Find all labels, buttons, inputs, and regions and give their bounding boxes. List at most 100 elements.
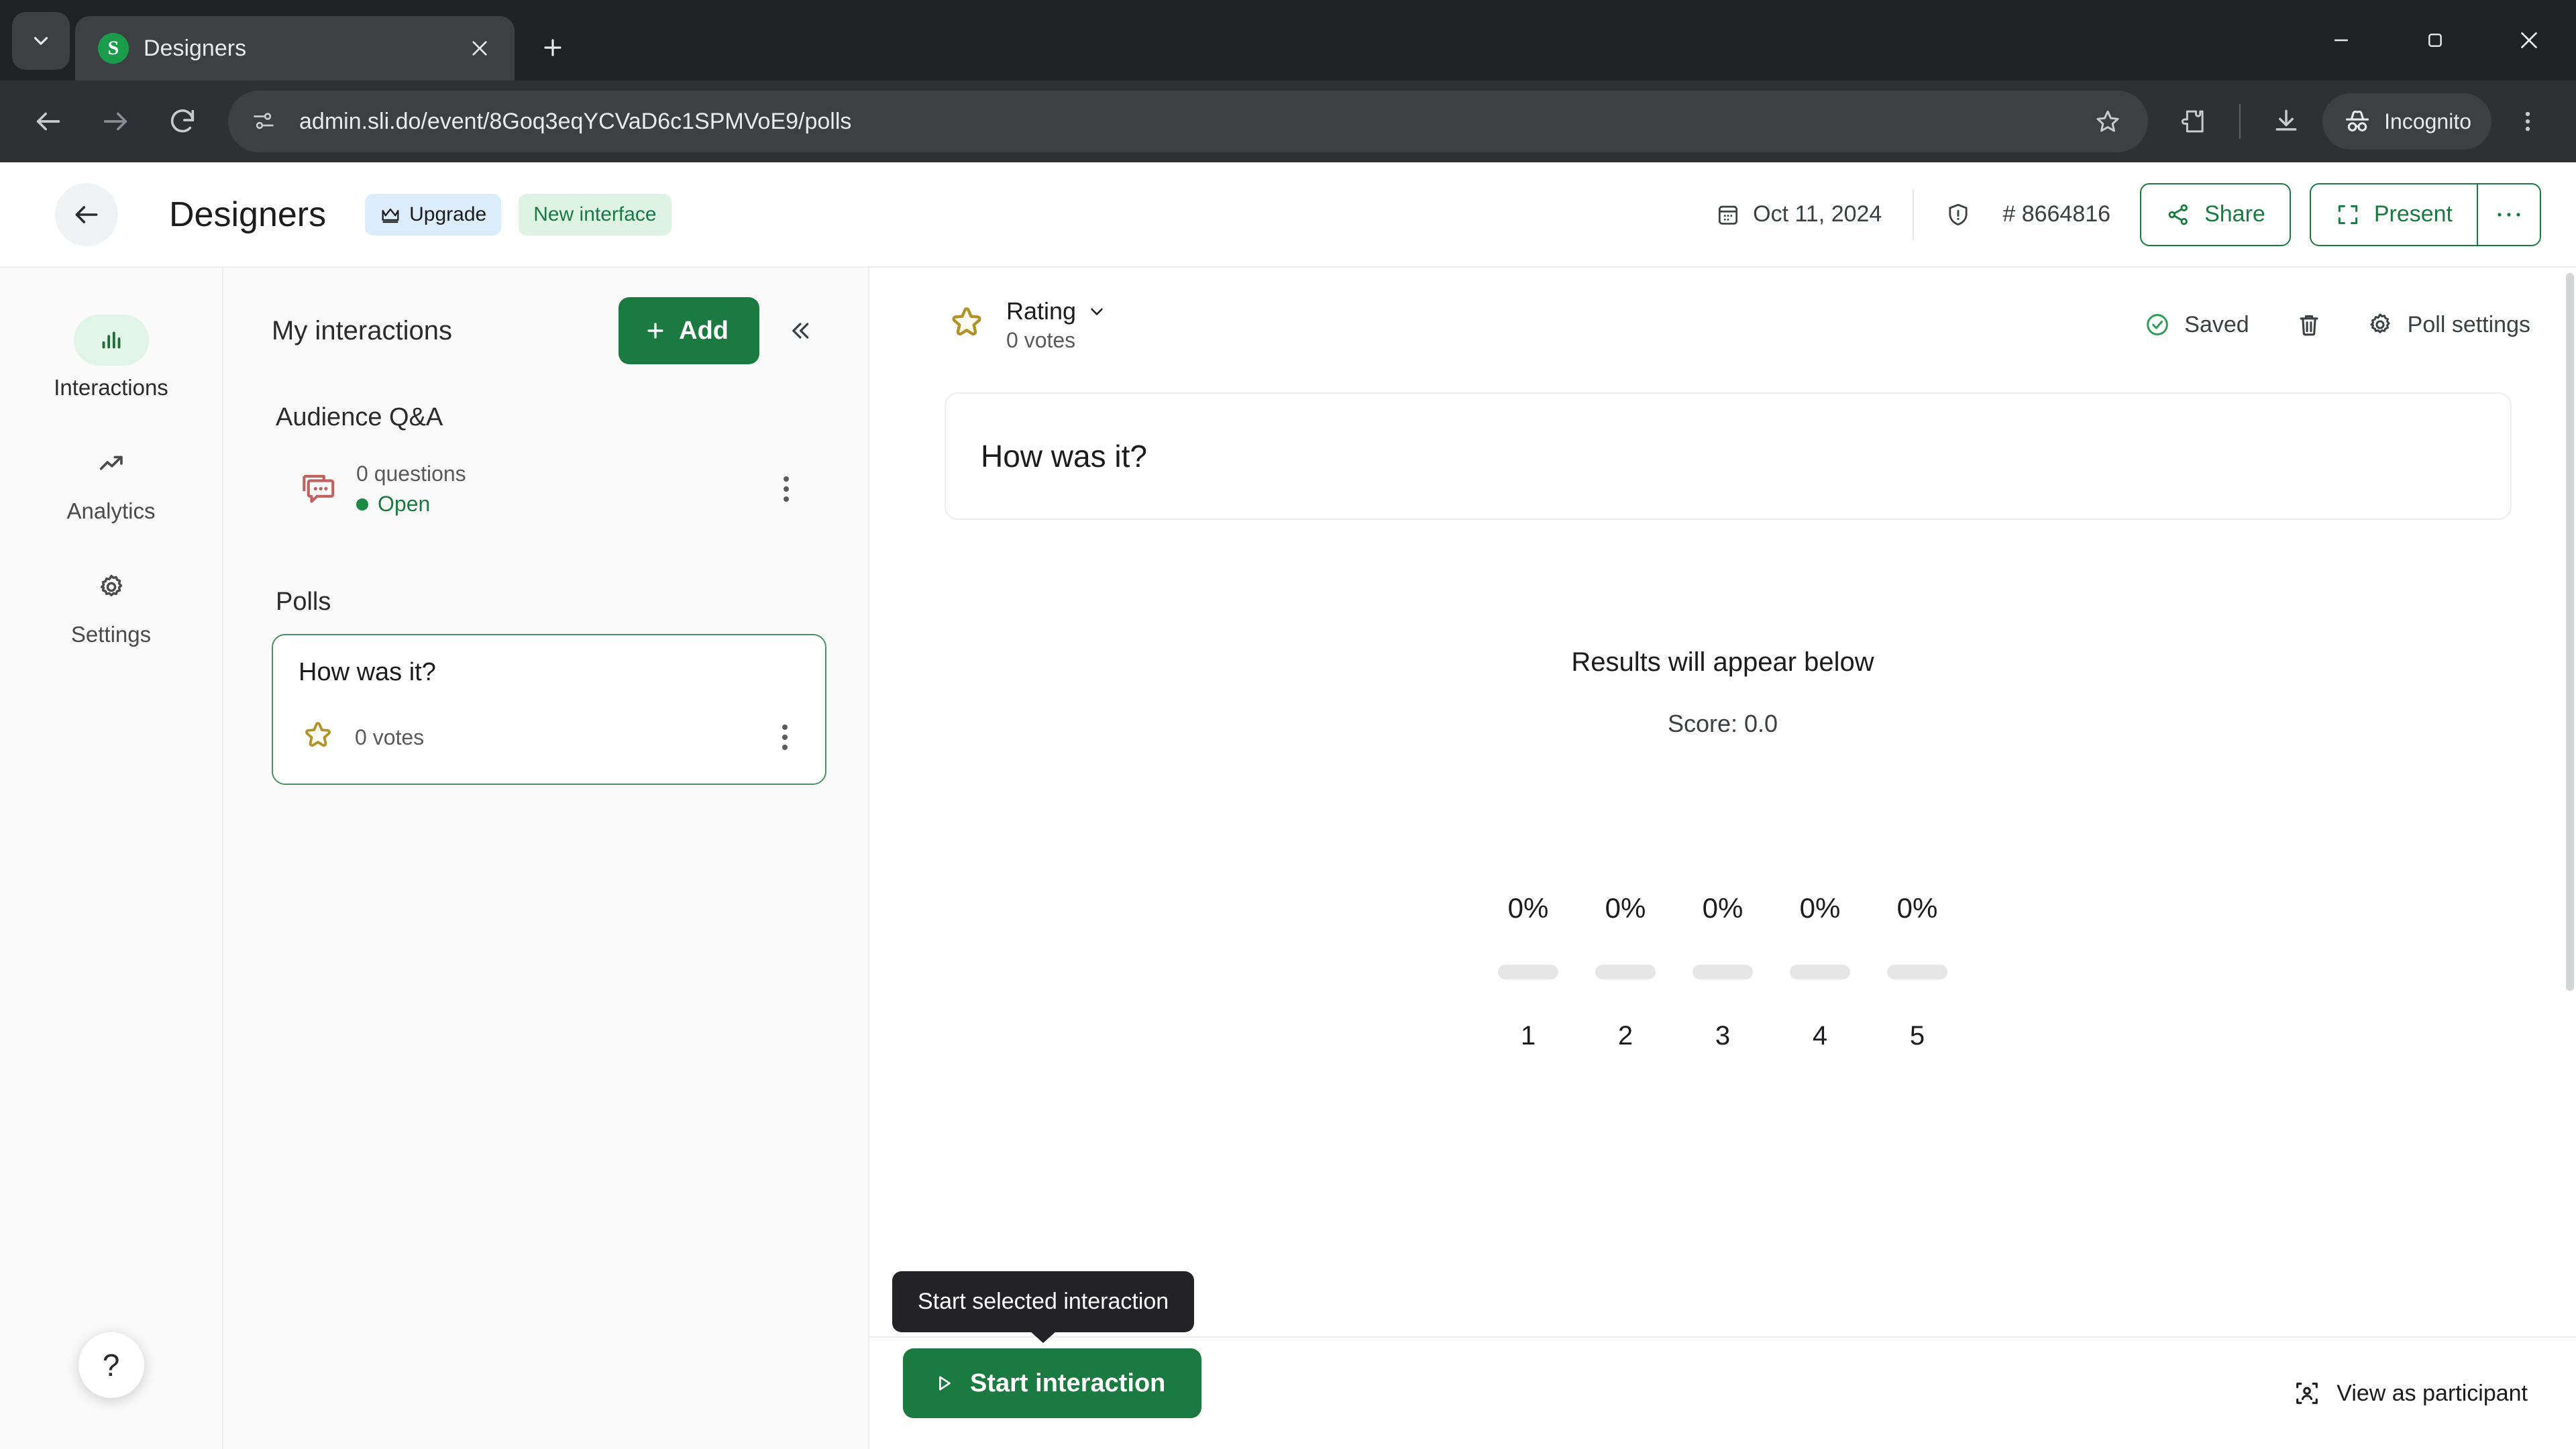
upgrade-badge[interactable]: Upgrade	[365, 193, 502, 235]
scrollbar-thumb[interactable]	[2566, 273, 2574, 991]
maximize-icon[interactable]	[2388, 0, 2482, 80]
incognito-hat-icon	[2345, 110, 2369, 131]
reload-icon[interactable]	[152, 91, 213, 152]
list-item-qa[interactable]: 0 questions Open	[272, 449, 826, 529]
status-badge: Saved	[2144, 311, 2249, 338]
minimize-icon[interactable]	[2294, 0, 2388, 80]
tab-strip: S Designers	[0, 0, 2576, 80]
rating-percent: 0%	[1605, 892, 1646, 924]
rating-bar	[1887, 965, 1947, 979]
poll-kebab-menu[interactable]	[765, 714, 805, 761]
rating-column: 0% 1	[1480, 892, 1577, 1051]
rating-label: 4	[1812, 1021, 1828, 1051]
qa-status: Open	[356, 492, 749, 517]
sidebar-item-settings-label: Settings	[70, 622, 152, 647]
rating-bar	[1498, 965, 1558, 979]
forward-arrow-icon[interactable]	[85, 91, 146, 152]
site-settings-icon[interactable]	[243, 101, 284, 142]
app-header: Designers Upgrade New interface Oct 11, …	[0, 162, 2576, 266]
gear-icon	[74, 561, 149, 612]
sidebar-item-interactions[interactable]: Interactions	[0, 300, 222, 423]
event-date-label: Oct 11, 2024	[1753, 201, 1882, 227]
browser-tab[interactable]: S Designers	[75, 16, 515, 80]
new-tab-button[interactable]	[529, 24, 576, 71]
poll-editor-actions: Saved Poll settings	[2144, 296, 2530, 354]
chevron-down-icon	[1091, 308, 1103, 315]
bar-chart-icon	[73, 315, 149, 366]
check-circle-icon	[2147, 314, 2169, 335]
poll-settings-button[interactable]: Poll settings	[2366, 311, 2530, 339]
fullscreen-brackets-icon	[2338, 205, 2357, 224]
delete-poll-button[interactable]	[2280, 296, 2338, 354]
star-icon	[952, 307, 981, 336]
poll-editor-header: Rating 0 votes Saved Poll settings	[869, 268, 2576, 354]
view-as-participant-label: View as participant	[2337, 1380, 2528, 1406]
present-button[interactable]: Present	[2309, 182, 2477, 246]
poll-type-dropdown[interactable]: Rating	[1006, 297, 1107, 325]
interactions-panel-title: My interactions	[272, 315, 452, 345]
page-title: Designers	[169, 195, 327, 234]
rating-bar	[1693, 965, 1753, 979]
window-close-icon[interactable]	[2482, 0, 2576, 80]
gear-icon	[2370, 313, 2390, 333]
poll-type-label: Rating	[1006, 297, 1077, 325]
new-interface-badge-label: New interface	[533, 203, 657, 225]
rating-column: 0% 4	[1772, 892, 1869, 1051]
qa-meta-row: 0 questions Open	[297, 462, 806, 517]
status-dot-icon	[356, 498, 368, 511]
sidebar-item-settings[interactable]: Settings	[0, 547, 222, 670]
collapse-panel-button[interactable]	[773, 304, 826, 358]
present-button-group: Present	[2309, 182, 2541, 246]
star-icon	[305, 722, 331, 747]
address-bar[interactable]: admin.sli.do/event/8Goq3eqYCVaD6c1SPMVoE…	[228, 91, 2149, 152]
app-back-button[interactable]	[55, 182, 118, 246]
trending-up-icon	[74, 438, 149, 489]
upgrade-badge-label: Upgrade	[409, 203, 487, 225]
download-icon[interactable]	[2255, 91, 2317, 152]
start-interaction-label: Start interaction	[970, 1368, 1166, 1397]
add-interaction-button[interactable]: Add	[619, 297, 759, 364]
question-input[interactable]: How was it?	[945, 392, 2512, 520]
interaction-group-qa: Audience Q&A 0 questions Open	[272, 399, 826, 546]
rating-percent: 0%	[1799, 892, 1841, 924]
sidebar-item-analytics[interactable]: Analytics	[0, 423, 222, 547]
view-as-participant-button[interactable]: View as participant	[2292, 1379, 2528, 1408]
close-icon[interactable]	[462, 31, 497, 66]
tooltip-start-interaction: Start selected interaction	[892, 1271, 1195, 1332]
three-dot-menu-icon[interactable]	[2497, 91, 2559, 152]
back-arrow-icon[interactable]	[17, 91, 79, 152]
calendar-icon	[1719, 205, 1738, 225]
present-more-button[interactable]	[2477, 182, 2541, 246]
event-code: # 8664816	[2002, 201, 2111, 227]
toolbar-divider	[2239, 104, 2241, 139]
qa-kebab-menu[interactable]	[766, 466, 806, 513]
interactions-panel: My interactions Add Audience Q&A 0 quest…	[223, 268, 869, 1449]
tab-search-button[interactable]	[12, 12, 70, 70]
sidebar-item-interactions-label: Interactions	[54, 375, 168, 400]
header-divider	[1913, 189, 1915, 239]
incognito-label: Incognito	[2384, 109, 2471, 133]
omnibox-actions	[2077, 91, 2139, 152]
rating-label: 1	[1520, 1021, 1536, 1051]
rating-bar	[1790, 965, 1850, 979]
rating-label: 2	[1617, 1021, 1633, 1051]
event-date[interactable]: Oct 11, 2024	[1715, 201, 1882, 227]
results-score: Score: 0.0	[1667, 710, 1778, 737]
help-button[interactable]: ?	[78, 1332, 144, 1398]
qa-question-count: 0 questions	[356, 462, 466, 486]
url-text: admin.sli.do/event/8Goq3eqYCVaD6c1SPMVoE…	[299, 108, 852, 134]
puzzle-icon[interactable]	[2163, 91, 2224, 152]
main-scrollbar[interactable]	[2564, 268, 2576, 1449]
share-button[interactable]: Share	[2140, 182, 2291, 246]
list-item-poll[interactable]: How was it? 0 votes	[272, 634, 826, 785]
group-title-qa: Audience Q&A	[276, 403, 443, 431]
rating-label: 5	[1909, 1021, 1925, 1051]
rating-percent: 0%	[1702, 892, 1743, 924]
share-button-label: Share	[2204, 201, 2265, 227]
start-interaction-button[interactable]: Start interaction	[903, 1348, 1202, 1418]
left-nav-rail: Interactions Analytics Settings ?	[0, 268, 223, 1449]
star-icon[interactable]	[2077, 91, 2139, 152]
incognito-indicator[interactable]: Incognito	[2322, 93, 2491, 150]
new-interface-badge[interactable]: New interface	[519, 193, 672, 235]
play-icon	[938, 1376, 951, 1391]
